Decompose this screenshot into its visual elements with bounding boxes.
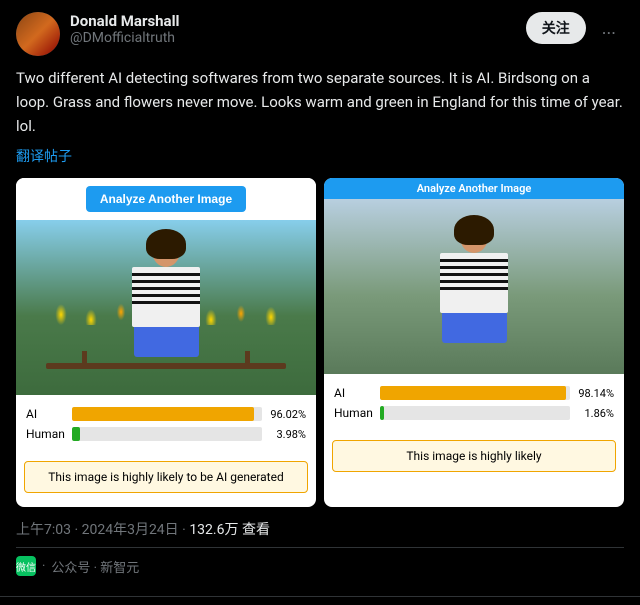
left-photo <box>16 220 316 395</box>
tweet-text: Two different AI detecting softwares fro… <box>16 66 624 138</box>
left-result-banner: This image is highly likely to be AI gen… <box>24 461 308 493</box>
translate-link[interactable]: 翻译帖子 <box>16 146 624 166</box>
person-left <box>132 235 200 357</box>
views[interactable]: 132.6万 查看 <box>189 522 270 538</box>
right-human-bar <box>380 406 384 420</box>
tweet-container: Donald Marshall @DMofficialtruth 关注 ... … <box>0 0 640 597</box>
left-human-value: 3.98% <box>268 428 306 441</box>
left-result-text: This image is highly likely to be AI gen… <box>48 470 283 484</box>
right-image-card: Analyze Another Image <box>324 178 624 507</box>
left-human-row: Human 3.98% <box>26 427 306 441</box>
right-human-label: Human <box>334 406 374 420</box>
timestamp: 上午7:03 · 2024年3月24日 <box>16 522 179 538</box>
bottom-bar: 微信 · 公众号 · 新智元 <box>16 547 624 584</box>
tweet-header: Donald Marshall @DMofficialtruth 关注 ... <box>16 12 624 56</box>
left-image-card: Analyze Another Image <box>16 178 316 507</box>
user-info: Donald Marshall @DMofficialtruth <box>70 12 516 46</box>
right-ai-bar-container <box>380 386 570 400</box>
avatar[interactable] <box>16 12 60 56</box>
legs-right <box>442 313 507 343</box>
right-ai-value: 98.14% <box>576 387 614 400</box>
source-badge: 微信 · 公众号 · 新智元 <box>16 556 139 576</box>
wechat-label: 微信 <box>16 559 36 574</box>
left-human-label: Human <box>26 427 66 441</box>
head-left <box>152 235 180 267</box>
left-human-bar-container <box>72 427 262 441</box>
left-human-bar <box>72 427 80 441</box>
right-analyze-label[interactable]: Analyze Another Image <box>328 182 620 195</box>
left-ai-label: AI <box>26 407 66 421</box>
right-human-bar-container <box>380 406 570 420</box>
wechat-icon: 微信 <box>16 556 36 576</box>
follow-button[interactable]: 关注 <box>526 12 586 44</box>
right-ai-bar <box>380 386 566 400</box>
left-ai-row: AI 96.02% <box>26 407 306 421</box>
username[interactable]: @DMofficialtruth <box>70 30 516 46</box>
source-label: 公众号 · 新智元 <box>51 557 139 576</box>
legs-left <box>134 327 199 357</box>
more-button[interactable]: ... <box>594 14 624 43</box>
right-photo <box>324 199 624 374</box>
right-metrics: AI 98.14% Human 1.86% <box>324 378 624 434</box>
body-right <box>440 253 508 313</box>
left-ai-value: 96.02% <box>268 408 306 421</box>
left-ai-bar-container <box>72 407 262 421</box>
left-metrics: AI 96.02% Human 3.98% <box>16 399 316 455</box>
right-result-text: This image is highly likely <box>406 449 541 463</box>
right-result-banner: This image is highly likely <box>332 440 616 472</box>
tweet-footer: 上午7:03 · 2024年3月24日 · 132.6万 查看 <box>16 519 624 539</box>
right-human-row: Human 1.86% <box>334 406 614 420</box>
source-separator: · <box>42 559 45 574</box>
left-analyze-button[interactable]: Analyze Another Image <box>86 186 246 212</box>
person-right <box>440 221 508 343</box>
left-analyze-container: Analyze Another Image <box>16 178 316 220</box>
left-ai-bar <box>72 407 254 421</box>
body-left <box>132 267 200 327</box>
images-row: Analyze Another Image <box>16 178 624 507</box>
head-right <box>460 221 488 253</box>
right-ai-label: AI <box>334 386 374 400</box>
right-ai-row: AI 98.14% <box>334 386 614 400</box>
right-analyze-top: Analyze Another Image <box>324 178 624 199</box>
right-human-value: 1.86% <box>576 407 614 420</box>
display-name: Donald Marshall <box>70 12 516 30</box>
